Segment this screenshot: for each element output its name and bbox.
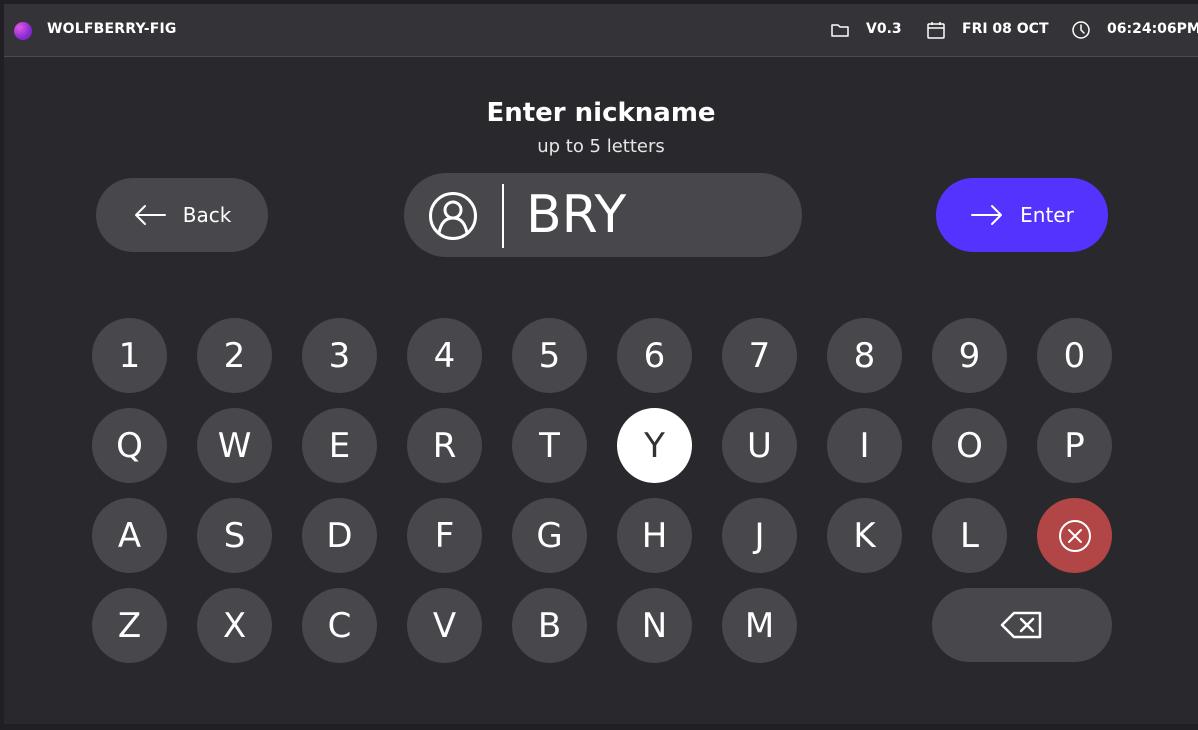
- calendar-icon: [927, 22, 945, 39]
- key-4[interactable]: 4: [407, 318, 482, 393]
- key-6[interactable]: 6: [617, 318, 692, 393]
- time-label: 06:24:06PM: [1107, 21, 1198, 37]
- folder-icon: [831, 24, 849, 37]
- key-e[interactable]: E: [302, 408, 377, 483]
- key-s[interactable]: S: [197, 498, 272, 573]
- key-k[interactable]: K: [827, 498, 902, 573]
- key-q[interactable]: Q: [92, 408, 167, 483]
- key-f[interactable]: F: [407, 498, 482, 573]
- key-t[interactable]: T: [512, 408, 587, 483]
- input-divider: [502, 184, 504, 248]
- key-i[interactable]: I: [827, 408, 902, 483]
- user-icon: [429, 192, 477, 240]
- key-3[interactable]: 3: [302, 318, 377, 393]
- backspace-icon: [1000, 611, 1042, 639]
- key-p[interactable]: P: [1037, 408, 1112, 483]
- key-5[interactable]: 5: [512, 318, 587, 393]
- page-title: Enter nickname: [486, 98, 716, 128]
- key-l[interactable]: L: [932, 498, 1007, 573]
- key-c[interactable]: C: [302, 588, 377, 663]
- arrow-left-icon: [134, 205, 166, 225]
- key-j[interactable]: J: [722, 498, 797, 573]
- key-n[interactable]: N: [617, 588, 692, 663]
- key-r[interactable]: R: [407, 408, 482, 483]
- key-z[interactable]: Z: [92, 588, 167, 663]
- key-m[interactable]: M: [722, 588, 797, 663]
- backspace-key[interactable]: [932, 588, 1112, 662]
- key-g[interactable]: G: [512, 498, 587, 573]
- key-h[interactable]: H: [617, 498, 692, 573]
- key-y[interactable]: Y: [617, 408, 692, 483]
- key-b[interactable]: B: [512, 588, 587, 663]
- enter-button[interactable]: Enter: [936, 178, 1108, 252]
- clear-key[interactable]: [1037, 498, 1112, 573]
- arrow-right-icon: [971, 205, 1003, 225]
- top-status-bar: WOLFBERRY-FIG V0.3 FRI 08 OCT 06:24:06PM: [4, 4, 1198, 57]
- key-d[interactable]: D: [302, 498, 377, 573]
- key-0[interactable]: 0: [1037, 318, 1112, 393]
- nickname-value: BRY: [526, 185, 627, 245]
- app-logo: [14, 22, 32, 40]
- close-circle-icon: [1058, 519, 1091, 552]
- key-v[interactable]: V: [407, 588, 482, 663]
- key-1[interactable]: 1: [92, 318, 167, 393]
- key-x[interactable]: X: [197, 588, 272, 663]
- back-button-label: Back: [182, 203, 232, 227]
- app-window: WOLFBERRY-FIG V0.3 FRI 08 OCT 06:24:06PM…: [4, 4, 1198, 724]
- clock-icon: [1072, 21, 1090, 39]
- version-label: V0.3: [866, 21, 902, 37]
- nickname-input[interactable]: BRY: [404, 173, 802, 257]
- key-8[interactable]: 8: [827, 318, 902, 393]
- key-a[interactable]: A: [92, 498, 167, 573]
- key-9[interactable]: 9: [932, 318, 1007, 393]
- key-w[interactable]: W: [197, 408, 272, 483]
- back-button[interactable]: Back: [96, 178, 268, 252]
- page-subtitle: up to 5 letters: [537, 136, 665, 157]
- app-name: WOLFBERRY-FIG: [47, 21, 177, 37]
- enter-button-label: Enter: [1020, 203, 1074, 227]
- key-2[interactable]: 2: [197, 318, 272, 393]
- key-u[interactable]: U: [722, 408, 797, 483]
- date-label: FRI 08 OCT: [962, 21, 1049, 37]
- key-o[interactable]: O: [932, 408, 1007, 483]
- key-7[interactable]: 7: [722, 318, 797, 393]
